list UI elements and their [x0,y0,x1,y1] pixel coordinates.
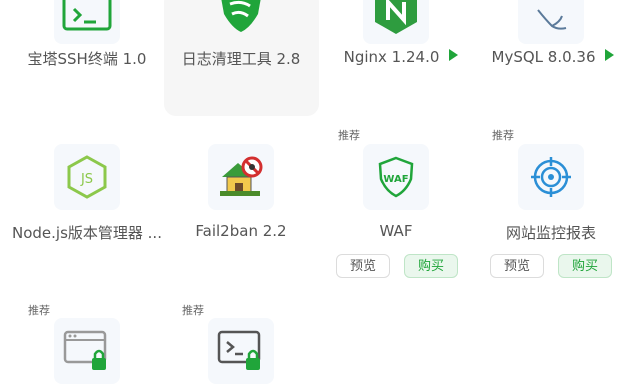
plugin-icon-box[interactable] [518,144,584,210]
preview-button[interactable]: 预览 [336,254,390,278]
plugin-icon-box[interactable]: WAF [363,144,429,210]
fail2ban-icon [220,156,263,196]
plugin-name[interactable]: Nginx 1.24.0 [316,48,486,66]
plugin-icon-box[interactable] [208,144,274,210]
plugin-icon-box[interactable]: JS [54,144,120,210]
plugin-icon-box[interactable] [54,318,120,384]
plugin-name[interactable]: 网站监控报表 [466,222,626,243]
plugin-icon-box[interactable] [518,0,584,44]
broom-shield-icon [221,0,261,32]
plugin-name[interactable]: 日志清理工具 2.8 [156,48,326,69]
preview-button[interactable]: 预览 [490,254,544,278]
recommend-tag: 推荐 [182,304,204,317]
recommend-tag: 推荐 [28,304,50,317]
svg-text:JS: JS [80,172,93,187]
terminal-icon [62,0,112,31]
plugin-icon-box[interactable] [208,0,274,44]
plugin-name-text: Nginx 1.24.0 [343,48,440,66]
buy-button[interactable]: 购买 [558,254,612,278]
svg-text:WAF: WAF [383,174,408,185]
terminal-lock-icon [217,330,261,370]
plugin-icon-box[interactable] [363,0,429,44]
plugin-name[interactable]: 宝塔SSH终端 1.0 [2,48,172,69]
browser-lock-icon [63,330,107,370]
nodejs-icon: JS [67,155,107,199]
recommend-tag: 推荐 [492,129,514,142]
plugin-name[interactable]: MySQL 8.0.36 [468,48,626,66]
plugin-name[interactable]: WAF [311,222,481,240]
plugin-icon-box[interactable] [208,318,274,384]
play-icon[interactable] [449,49,459,61]
mysql-dolphin-icon [537,9,567,30]
monitor-target-icon [531,157,571,197]
plugin-icon-box[interactable] [54,0,120,44]
plugin-name[interactable]: Node.js版本管理器 ... [2,222,172,243]
play-icon[interactable] [605,49,615,61]
plugin-name[interactable]: Fail2ban 2.2 [156,222,326,240]
buy-button[interactable]: 购买 [404,254,458,278]
plugin-name-text: MySQL 8.0.36 [491,48,596,66]
waf-shield-icon: WAF [378,156,414,198]
nginx-icon [375,0,417,34]
recommend-tag: 推荐 [338,129,360,142]
